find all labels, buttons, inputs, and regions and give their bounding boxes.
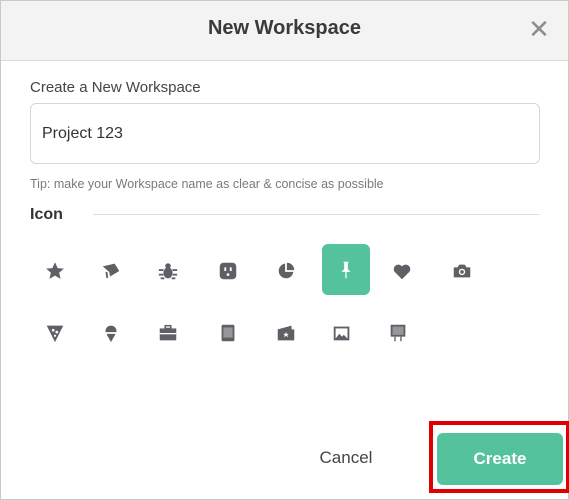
ice-cream-icon[interactable] xyxy=(87,309,135,357)
tip-text: Tip: make your Workspace name as clear &… xyxy=(30,177,384,191)
briefcase-icon[interactable] xyxy=(144,309,192,357)
pie-chart-icon[interactable] xyxy=(262,247,310,295)
star-icon[interactable] xyxy=(31,247,79,295)
create-button[interactable]: Create xyxy=(437,433,563,485)
heart-icon[interactable] xyxy=(378,247,426,295)
notepad-icon[interactable] xyxy=(204,309,252,357)
camera-icon[interactable] xyxy=(438,247,486,295)
graduation-cap-icon[interactable] xyxy=(87,247,135,295)
bug-icon[interactable] xyxy=(144,247,192,295)
new-workspace-dialog: New Workspace ✕ Create a New Workspace T… xyxy=(0,0,569,500)
dialog-header: New Workspace ✕ xyxy=(1,1,568,61)
workspace-name-input[interactable] xyxy=(30,103,540,164)
section-label: Create a New Workspace xyxy=(30,79,201,96)
presentation-board-icon[interactable] xyxy=(374,309,422,357)
close-icon[interactable]: ✕ xyxy=(524,13,554,45)
icon-divider xyxy=(93,214,540,215)
pushpin-icon[interactable] xyxy=(322,244,370,295)
icon-heading: Icon xyxy=(30,206,63,223)
power-outlet-icon[interactable] xyxy=(204,247,252,295)
cancel-button[interactable]: Cancel xyxy=(293,433,399,483)
dialog-title: New Workspace xyxy=(207,17,362,39)
photo-icon[interactable] xyxy=(318,309,366,357)
wallet-icon[interactable] xyxy=(262,309,310,357)
pizza-icon[interactable] xyxy=(31,309,79,357)
